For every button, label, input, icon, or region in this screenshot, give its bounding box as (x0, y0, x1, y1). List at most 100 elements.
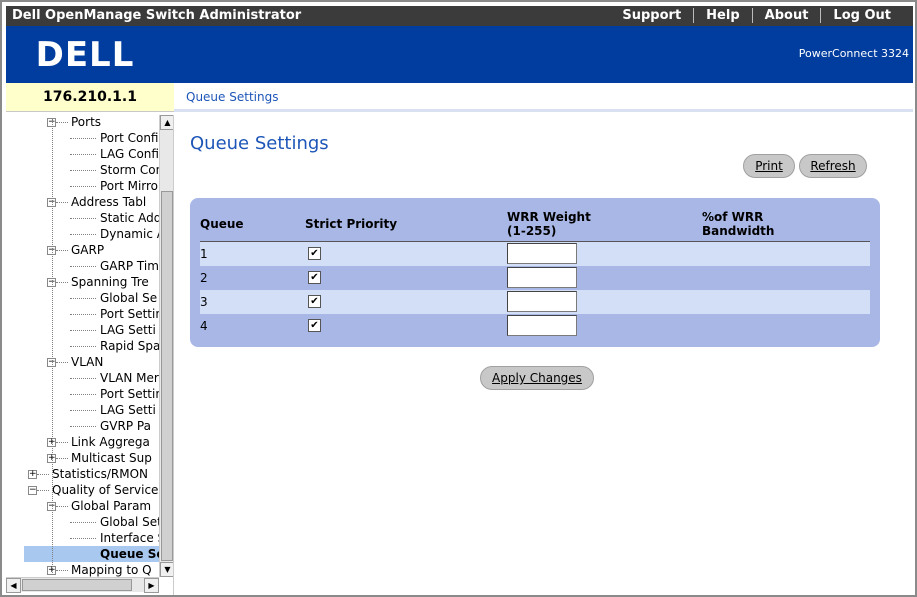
top-links: Support Help About Log Out (610, 8, 903, 23)
about-link[interactable]: About (751, 8, 821, 23)
tree-vertical-scrollbar[interactable]: ▲ ▼ (159, 115, 173, 577)
expand-icon[interactable]: + (28, 470, 37, 479)
tree-connector (70, 154, 96, 155)
collapse-icon[interactable]: − (28, 486, 37, 495)
tree-item[interactable]: Global Se (100, 290, 159, 306)
tree-connector (70, 234, 96, 235)
tree-item[interactable]: Multicast Sup (71, 450, 159, 466)
tree-connector (37, 490, 49, 491)
tree-connector (56, 442, 68, 443)
tree-item[interactable]: VLAN (71, 354, 159, 370)
tree-connector (70, 538, 96, 539)
tree-connector (70, 138, 96, 139)
scroll-thumb[interactable] (161, 191, 173, 561)
tree-item[interactable]: Dynamic A (100, 226, 159, 242)
tree-connector (70, 170, 96, 171)
tree-connector (70, 378, 96, 379)
tree-item[interactable]: Queue Se (24, 546, 159, 562)
wrr-weight-input[interactable] (507, 315, 577, 336)
scroll-up-icon[interactable]: ▲ (160, 115, 173, 130)
header-bandwidth-line1: %of WRR (702, 210, 764, 224)
tree-connector (37, 474, 49, 475)
tree-item[interactable]: LAG Setti (100, 402, 159, 418)
tree-connector (56, 202, 68, 203)
hscroll-thumb[interactable] (22, 579, 132, 591)
queue-number: 3 (200, 295, 208, 309)
header-wrr-weight: WRR Weight (1-255) (507, 210, 591, 238)
help-link[interactable]: Help (693, 8, 751, 23)
tree-item[interactable]: Global Set (100, 514, 159, 530)
tree-connector (70, 330, 96, 331)
tree-item[interactable]: GVRP Pa (100, 418, 159, 434)
tree-item[interactable]: Mapping to Q (71, 562, 159, 577)
tree-item[interactable]: Port Settin (100, 306, 159, 322)
tree-connector (70, 522, 96, 523)
tree-item[interactable]: Global Param (71, 498, 159, 514)
tree-item[interactable]: LAG Confi (100, 146, 159, 162)
app-title: Dell OpenManage Switch Administrator (12, 8, 302, 23)
tree-horizontal-scrollbar[interactable]: ◀ ▶ (6, 577, 159, 593)
logout-link[interactable]: Log Out (820, 8, 903, 23)
apply-changes-button[interactable]: Apply Changes (480, 366, 594, 390)
tree-connector (56, 250, 68, 251)
tree-item[interactable]: LAG Setti (100, 322, 159, 338)
table-row: 2 ✔ (200, 266, 870, 290)
tree-connector (70, 346, 96, 347)
tree-item[interactable]: Rapid Spa (100, 338, 159, 354)
table-row: 4 ✔ (200, 314, 870, 338)
tree-connector (70, 298, 96, 299)
tree-item[interactable]: Ports (71, 115, 159, 130)
strict-priority-checkbox[interactable]: ✔ (308, 271, 321, 284)
tree-connector (70, 218, 96, 219)
tree-item[interactable]: Port Confi (100, 130, 159, 146)
strict-priority-checkbox[interactable]: ✔ (308, 247, 321, 260)
tree-connector (56, 458, 68, 459)
tree-connector (56, 362, 68, 363)
header-bandwidth: %of WRR Bandwidth (702, 210, 774, 238)
tree-item[interactable]: Port Mirro (100, 178, 159, 194)
wrr-weight-input[interactable] (507, 291, 577, 312)
tree-connector (70, 394, 96, 395)
tree-connector (70, 426, 96, 427)
dell-logo: DELL (36, 36, 135, 72)
strict-priority-checkbox[interactable]: ✔ (308, 319, 321, 332)
tree-connector (56, 506, 68, 507)
tree-connector (56, 570, 68, 571)
refresh-button[interactable]: Refresh (799, 154, 867, 178)
tree-item[interactable]: Port Settin (100, 386, 159, 402)
tree-item[interactable]: GARP (71, 242, 159, 258)
tree-item[interactable]: Address Tabl (71, 194, 159, 210)
scroll-down-icon[interactable]: ▼ (160, 562, 173, 577)
tree-item[interactable]: Static Add (100, 210, 159, 226)
tree-item[interactable]: GARP Tim (100, 258, 159, 274)
nav-tree-items: − Ports Port Confi LAG Confi Storm Con Port M… (6, 115, 159, 577)
banner: DELL PowerConnect 3324 (6, 26, 913, 83)
tree-item[interactable]: Spanning Tre (71, 274, 159, 290)
support-link[interactable]: Support (610, 8, 693, 23)
tree-connector (56, 282, 68, 283)
wrr-weight-input[interactable] (507, 267, 577, 288)
wrr-weight-input[interactable] (507, 243, 577, 264)
page-title: Queue Settings (190, 133, 329, 154)
breadcrumb: Queue Settings (174, 83, 913, 112)
queue-number: 2 (200, 271, 208, 285)
scroll-right-icon[interactable]: ▶ (144, 578, 159, 593)
tree-connector (70, 314, 96, 315)
queue-number: 1 (200, 247, 208, 261)
tree-item[interactable]: Quality of Service (52, 482, 159, 498)
tree-item[interactable]: Storm Con (100, 162, 159, 178)
tree-connector (56, 122, 68, 123)
app-window: Dell OpenManage Switch Administrator Sup… (0, 0, 917, 597)
print-button[interactable]: Print (743, 154, 795, 178)
svg-text:DELL: DELL (36, 36, 135, 72)
strict-priority-checkbox[interactable]: ✔ (308, 295, 321, 308)
tree-item[interactable]: Link Aggrega (71, 434, 159, 450)
scroll-left-icon[interactable]: ◀ (6, 578, 21, 593)
tree-item[interactable]: Statistics/RMON (52, 466, 159, 482)
nav-tree: − Ports Port Confi LAG Confi Storm Con Port M… (6, 115, 174, 595)
header-strict-priority: Strict Priority (305, 217, 398, 231)
tree-item[interactable]: Interface S (100, 530, 159, 546)
tree-item[interactable]: VLAN Mer (100, 370, 159, 386)
queue-number: 4 (200, 319, 208, 333)
tree-connector (70, 410, 96, 411)
